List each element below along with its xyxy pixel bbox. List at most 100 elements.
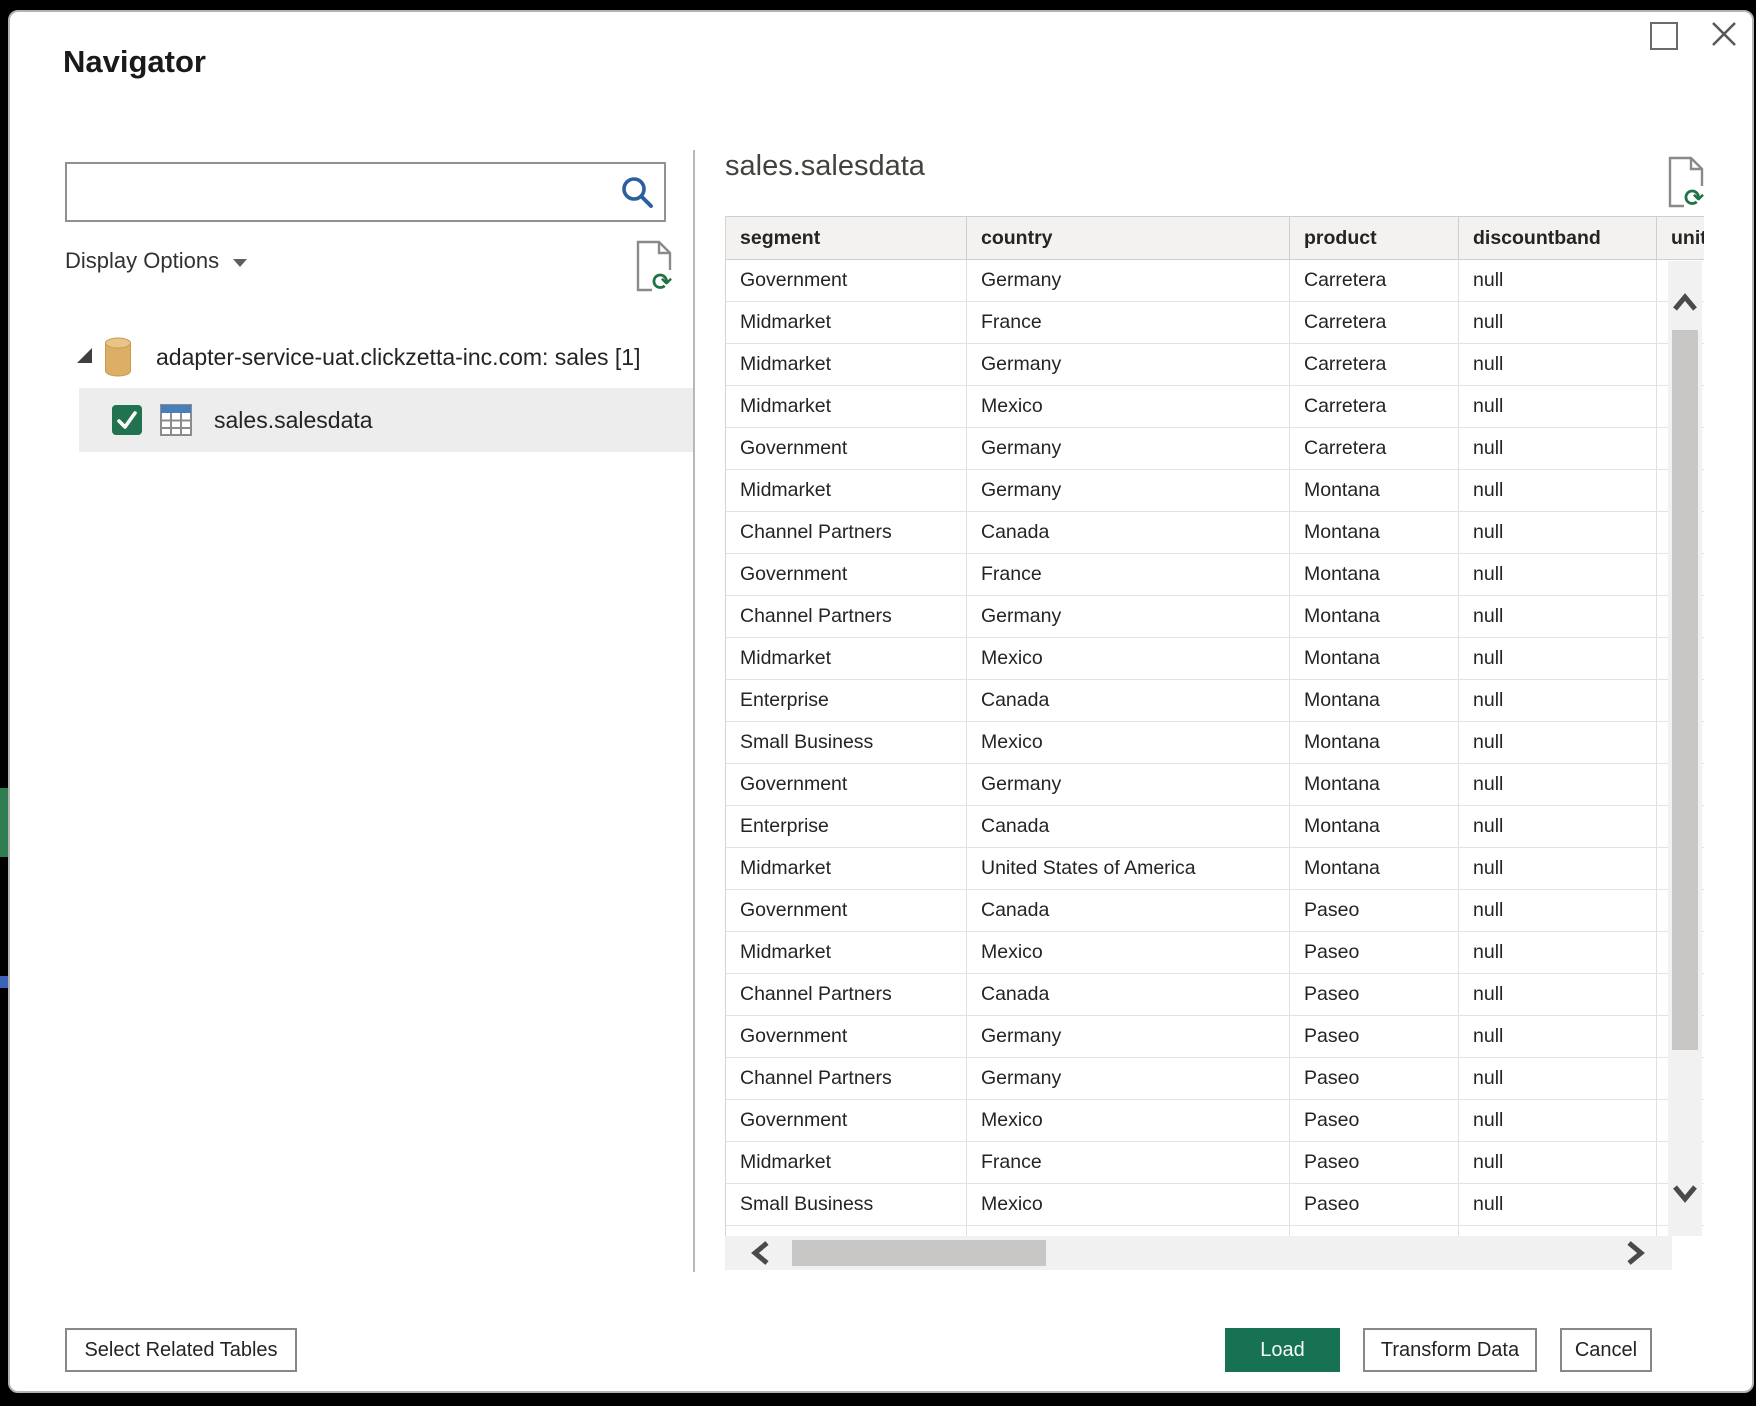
table-cell: Government <box>726 1016 967 1057</box>
table-row: EnterpriseCanadaMontananull <box>726 806 1704 848</box>
horizontal-scrollbar[interactable] <box>725 1236 1672 1270</box>
table-cell: null <box>1459 554 1657 595</box>
table-cell: Paseo <box>1290 932 1459 973</box>
table-cell: Government <box>726 428 967 469</box>
svg-text:⟳: ⟳ <box>1684 184 1704 208</box>
table-row: Channel PartnersGermanyPaseonull <box>726 1058 1704 1100</box>
table-cell: Enterprise <box>726 806 967 847</box>
panel-divider <box>693 150 695 1272</box>
scroll-right-icon[interactable] <box>1623 1239 1647 1267</box>
table-cell: null <box>1459 428 1657 469</box>
table-cell: null <box>1459 722 1657 763</box>
transform-data-button[interactable]: Transform Data <box>1363 1328 1537 1372</box>
table-cell: Paseo <box>1290 1142 1459 1183</box>
table-cell: Mexico <box>967 932 1290 973</box>
table-cell <box>1459 1226 1657 1236</box>
checked-checkbox[interactable] <box>112 405 142 435</box>
select-related-tables-button[interactable]: Select Related Tables <box>65 1328 297 1372</box>
table-row: GovernmentCanadaPaseonull <box>726 890 1704 932</box>
search-icon[interactable] <box>620 175 654 209</box>
table-cell: null <box>1459 680 1657 721</box>
table-cell: Paseo <box>1290 974 1459 1015</box>
table-cell: Montana <box>1290 554 1459 595</box>
table-row: GovernmentGermanyCarreteranull <box>726 428 1704 470</box>
table-cell: Montana <box>1290 806 1459 847</box>
table-cell: null <box>1459 764 1657 805</box>
table-row: GovernmentGermanyCarreteranull <box>726 260 1704 302</box>
table-cell: Government <box>726 890 967 931</box>
table-cell: Germany <box>967 260 1290 301</box>
table-cell: null <box>1459 974 1657 1015</box>
table-cell: Carretera <box>1290 302 1459 343</box>
table-row <box>726 1226 1704 1236</box>
search-input[interactable] <box>67 164 620 220</box>
table-cell: null <box>1459 806 1657 847</box>
table-cell: null <box>1459 890 1657 931</box>
table-cell: Germany <box>967 1016 1290 1057</box>
table-cell: null <box>1459 260 1657 301</box>
display-options-dropdown[interactable]: Display Options <box>65 248 247 274</box>
table-cell: Midmarket <box>726 848 967 889</box>
refresh-file-icon[interactable]: ⟳ <box>634 240 674 292</box>
table-cell: Canada <box>967 890 1290 931</box>
table-header-row: segmentcountryproductdiscountbandunits <box>726 216 1704 260</box>
table-cell: Channel Partners <box>726 512 967 553</box>
table-cell: null <box>1459 1100 1657 1141</box>
table-row: MidmarketGermanyMontananull <box>726 470 1704 512</box>
app-edge-blue-mark <box>0 976 8 988</box>
table-cell: Germany <box>967 428 1290 469</box>
table-row: MidmarketFrancePaseonull <box>726 1142 1704 1184</box>
table-row: Channel PartnersCanadaMontananull <box>726 512 1704 554</box>
table-row: EnterpriseCanadaMontananull <box>726 680 1704 722</box>
tree-item-sales-salesdata[interactable]: sales.salesdata <box>79 388 693 452</box>
refresh-preview-icon[interactable]: ⟳ <box>1666 156 1706 208</box>
table-row: MidmarketFranceCarreteranull <box>726 302 1704 344</box>
table-cell: Carretera <box>1290 260 1459 301</box>
table-cell: null <box>1459 596 1657 637</box>
table-cell: null <box>1459 848 1657 889</box>
table-cell: Midmarket <box>726 344 967 385</box>
scroll-left-icon[interactable] <box>749 1239 773 1267</box>
tree-root-item[interactable]: adapter-service-uat.clickzetta-inc.com: … <box>65 332 640 382</box>
maximize-icon[interactable] <box>1650 22 1678 50</box>
table-cell: Midmarket <box>726 302 967 343</box>
table-row: MidmarketMexicoPaseonull <box>726 932 1704 974</box>
table-cell: France <box>967 1142 1290 1183</box>
table-cell: France <box>967 554 1290 595</box>
table-cell: Mexico <box>967 638 1290 679</box>
table-cell: Paseo <box>1290 890 1459 931</box>
table-cell: Government <box>726 764 967 805</box>
preview-title: sales.salesdata <box>725 150 925 183</box>
vertical-scroll-thumb[interactable] <box>1672 330 1698 1050</box>
table-cell: Canada <box>967 512 1290 553</box>
table-cell: Montana <box>1290 512 1459 553</box>
table-grid-icon <box>160 404 192 436</box>
table-cell: Mexico <box>967 386 1290 427</box>
scroll-up-icon[interactable] <box>1671 291 1699 315</box>
vertical-scrollbar[interactable] <box>1668 261 1702 1236</box>
table-cell: Canada <box>967 974 1290 1015</box>
close-icon[interactable] <box>1708 18 1740 50</box>
table-row: GovernmentFranceMontananull <box>726 554 1704 596</box>
table-cell: Paseo <box>1290 1100 1459 1141</box>
table-cell: Channel Partners <box>726 974 967 1015</box>
column-header-discountband: discountband <box>1459 217 1657 259</box>
table-cell: Montana <box>1290 638 1459 679</box>
table-cell: null <box>1459 1184 1657 1225</box>
table-row: MidmarketMexicoMontananull <box>726 638 1704 680</box>
table-cell: Midmarket <box>726 1142 967 1183</box>
table-cell: null <box>1459 470 1657 511</box>
cancel-button[interactable]: Cancel <box>1560 1328 1652 1372</box>
table-cell: Channel Partners <box>726 596 967 637</box>
table-cell: Midmarket <box>726 386 967 427</box>
scroll-down-icon[interactable] <box>1671 1181 1699 1205</box>
load-button[interactable]: Load <box>1225 1328 1340 1372</box>
table-cell: Germany <box>967 1058 1290 1099</box>
table-row: GovernmentGermanyPaseonull <box>726 1016 1704 1058</box>
table-cell: Montana <box>1290 848 1459 889</box>
display-options-label: Display Options <box>65 248 219 274</box>
horizontal-scroll-thumb[interactable] <box>792 1240 1046 1266</box>
tree-expander-icon[interactable] <box>77 348 92 363</box>
table-cell: United States of America <box>967 848 1290 889</box>
chevron-down-icon <box>233 259 247 267</box>
